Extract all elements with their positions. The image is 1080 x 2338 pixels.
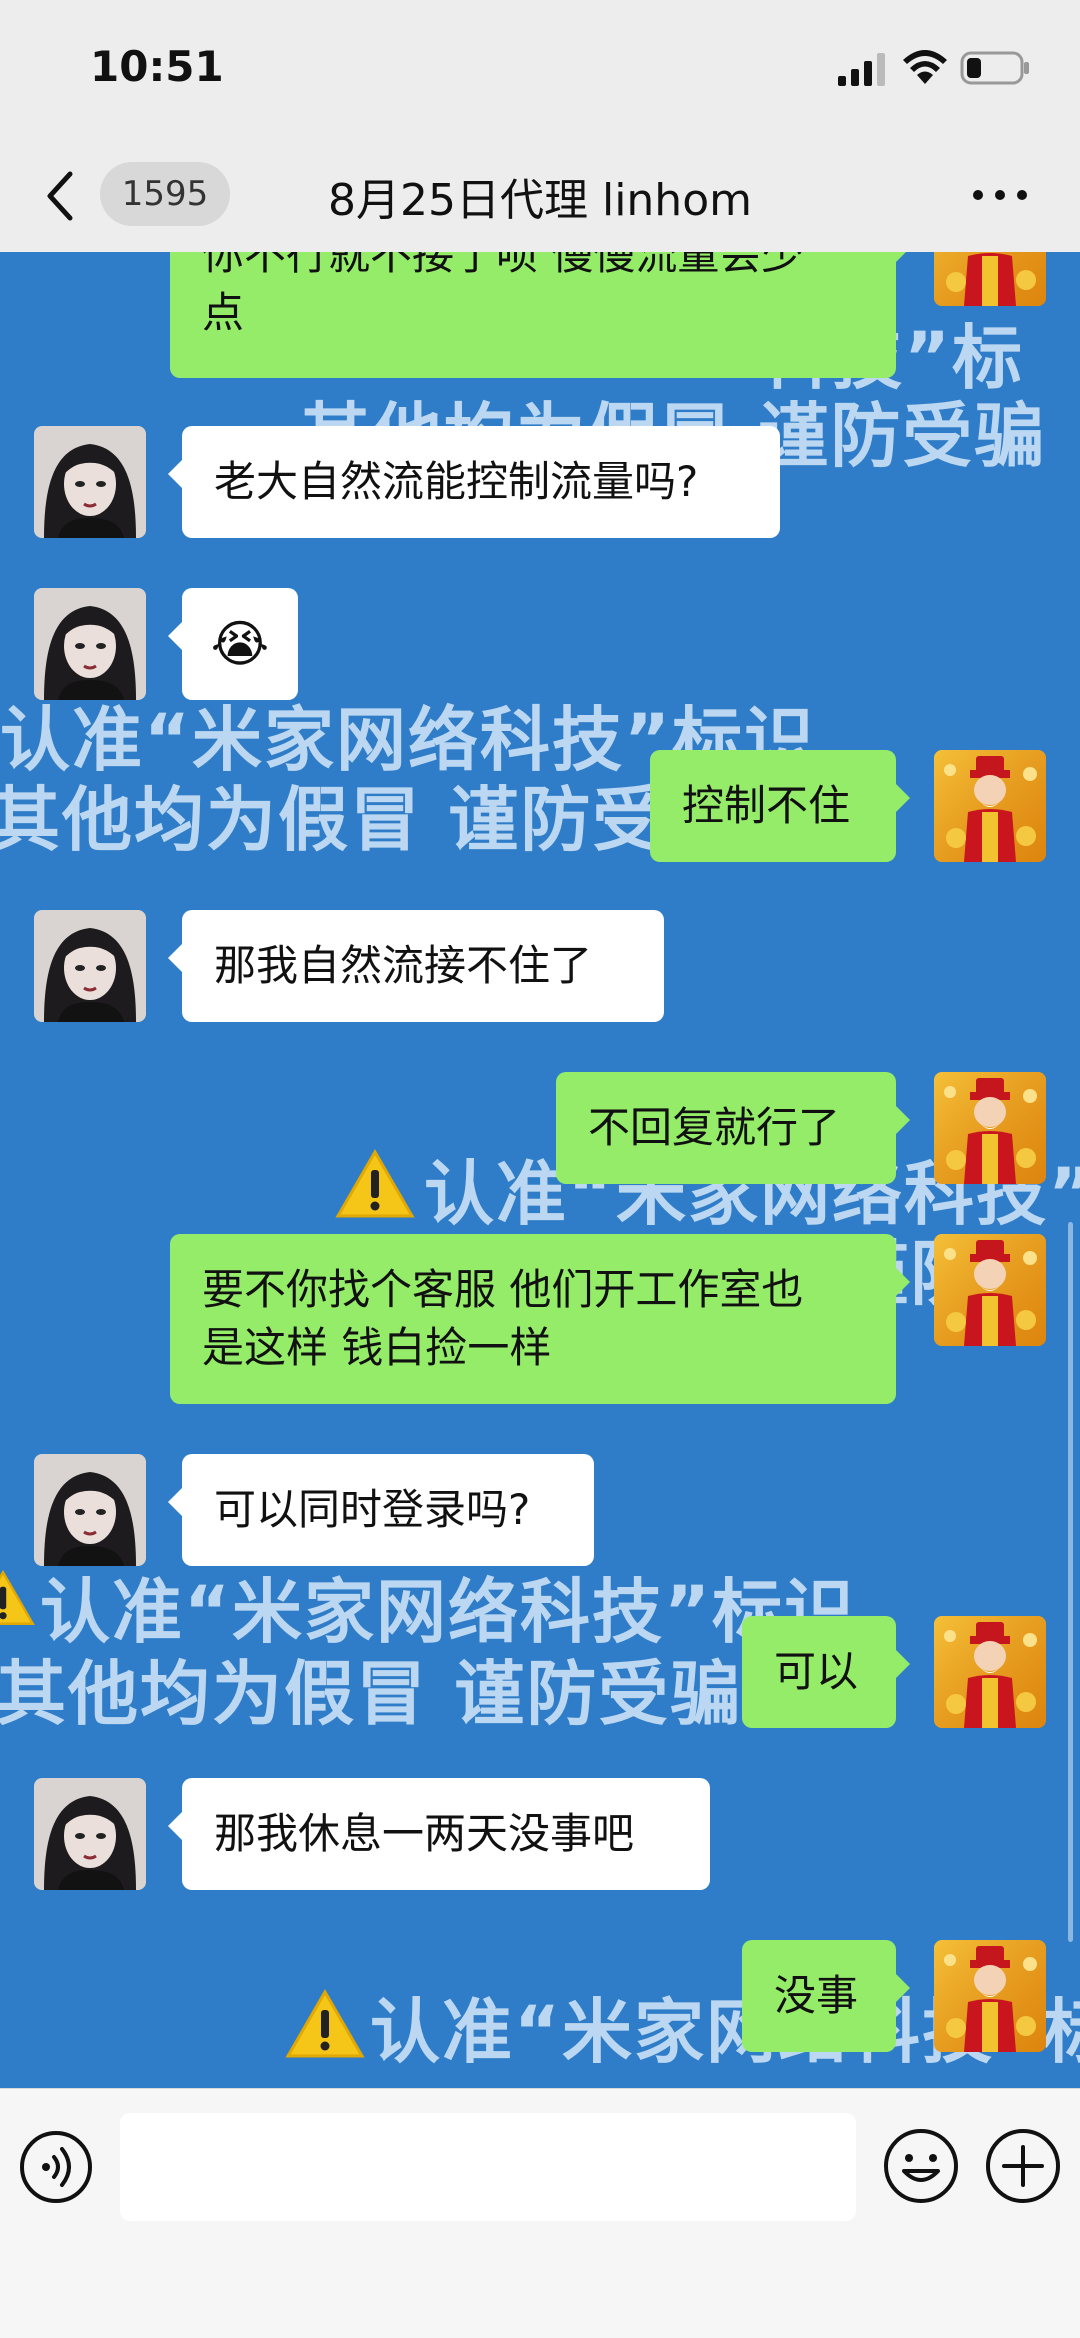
message-text: 你不行就不接了呗 慢慢流量会少 bbox=[202, 252, 804, 279]
message-bubble-received[interactable]: 老大自然流能控制流量吗? bbox=[168, 426, 780, 538]
message-text: 点 bbox=[202, 288, 245, 337]
chat-message-list[interactable]: 科技”标 其他均为假冒 谨防受骗 认准“米家网络科技”标识 其他均为假冒 谨防受… bbox=[0, 252, 1080, 2088]
watermark-text: 其他均为假冒 谨防受骗 bbox=[0, 779, 737, 861]
message-bubble-sent[interactable]: 要不你找个客服 他们开工作室也 是这样 钱白捡一样 bbox=[170, 1234, 910, 1404]
avatar[interactable] bbox=[34, 588, 146, 700]
message-text: 控制不住 bbox=[682, 781, 851, 830]
avatar[interactable] bbox=[934, 1234, 1046, 1346]
avatar[interactable] bbox=[934, 750, 1046, 862]
avatar[interactable] bbox=[934, 1940, 1046, 2052]
message-text: 可以同时登录吗? bbox=[214, 1485, 531, 1534]
avatar[interactable] bbox=[34, 1778, 146, 1890]
chat-title: 8月25日代理 linhom bbox=[328, 175, 752, 226]
warning-icon bbox=[285, 1989, 365, 2058]
avatar[interactable] bbox=[934, 252, 1046, 306]
avatar[interactable] bbox=[934, 1616, 1046, 1728]
message-text: 不回复就行了 bbox=[588, 1103, 841, 1152]
input-bar bbox=[0, 2088, 1080, 2338]
message-text: 可以 bbox=[774, 1647, 859, 1696]
message-input[interactable] bbox=[120, 2113, 856, 2221]
status-bar: 10:51 bbox=[0, 0, 1080, 140]
battery-icon bbox=[960, 51, 1029, 85]
avatar[interactable] bbox=[34, 426, 146, 538]
message-text: 是这样 钱白捡一样 bbox=[202, 1323, 552, 1372]
unread-count-badge[interactable]: 1595 bbox=[100, 162, 230, 226]
status-time: 10:51 bbox=[90, 42, 224, 91]
message-text: 那我休息一两天没事吧 bbox=[214, 1809, 635, 1858]
message-text: 那我自然流接不住了 bbox=[214, 941, 593, 990]
warning-icon bbox=[335, 1149, 415, 1218]
warning-icon bbox=[0, 1569, 35, 1625]
chevron-left-icon[interactable] bbox=[40, 166, 80, 226]
message-bubble-sent[interactable]: 没事 bbox=[742, 1940, 910, 2052]
crying-emoji-icon: 😭 bbox=[210, 615, 270, 673]
voice-icon[interactable] bbox=[18, 2129, 94, 2205]
message-bubble-sent[interactable]: 控制不住 bbox=[650, 750, 910, 862]
emoji-icon[interactable] bbox=[882, 2127, 960, 2205]
avatar[interactable] bbox=[34, 1454, 146, 1566]
cellular-signal-icon bbox=[838, 53, 885, 86]
message-bubble-sent[interactable]: 你不行就不接了呗 慢慢流量会少 点 bbox=[170, 252, 910, 378]
chat-header: 1595 8月25日代理 linhom bbox=[0, 140, 1080, 252]
avatar[interactable] bbox=[34, 910, 146, 1022]
message-bubble-sent[interactable]: 可以 bbox=[742, 1616, 910, 1728]
message-bubble-received[interactable]: 那我自然流接不住了 bbox=[168, 910, 664, 1022]
message-text: 老大自然流能控制流量吗? bbox=[214, 457, 699, 506]
message-text: 要不你找个客服 他们开工作室也 bbox=[202, 1265, 804, 1314]
avatar[interactable] bbox=[934, 1072, 1046, 1184]
wifi-icon bbox=[903, 50, 947, 84]
watermark-text: 其他均为假冒 谨防受骗 bbox=[0, 1653, 743, 1735]
more-dots-icon[interactable] bbox=[970, 180, 1030, 210]
message-bubble-received[interactable]: 😭 bbox=[168, 588, 298, 700]
plus-icon[interactable] bbox=[984, 2127, 1062, 2205]
scrollbar[interactable] bbox=[1068, 1222, 1073, 1942]
message-bubble-received[interactable]: 可以同时登录吗? bbox=[168, 1454, 594, 1566]
message-bubble-received[interactable]: 那我休息一两天没事吧 bbox=[168, 1778, 710, 1890]
message-text: 没事 bbox=[774, 1971, 859, 2020]
message-bubble-sent[interactable]: 不回复就行了 bbox=[556, 1072, 910, 1184]
